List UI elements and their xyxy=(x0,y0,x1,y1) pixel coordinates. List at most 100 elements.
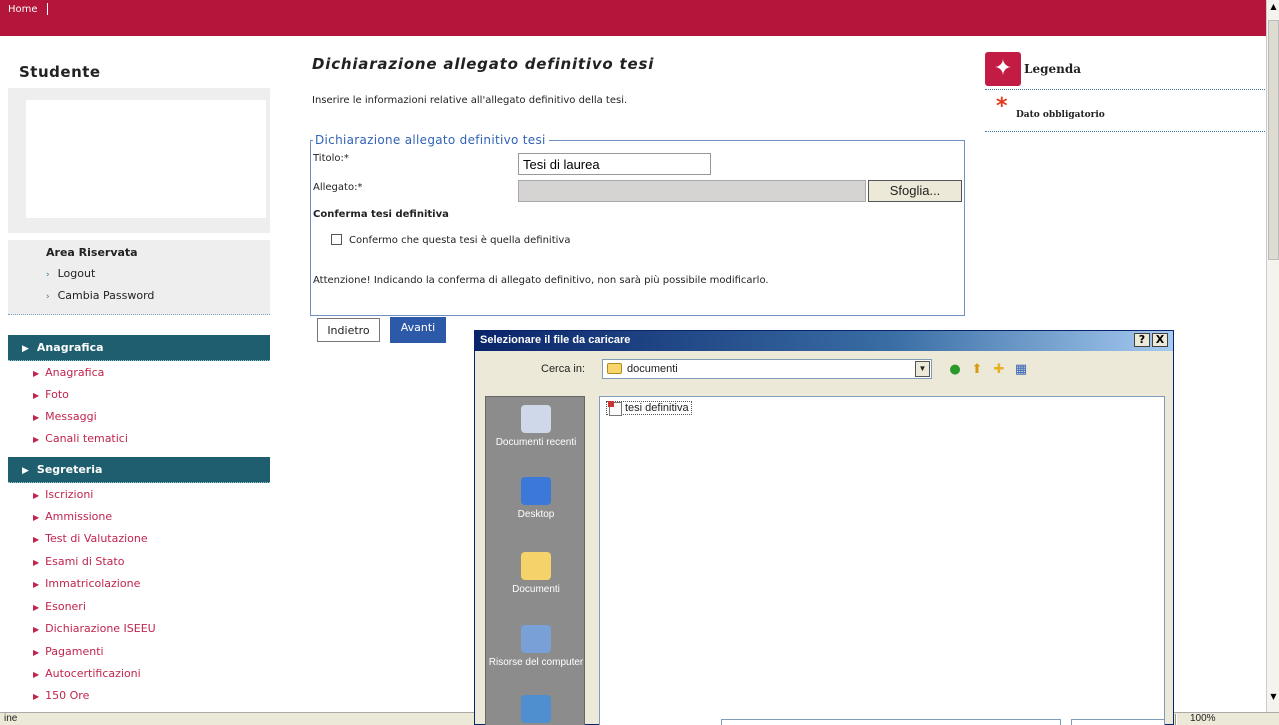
caret-right-icon: ▶ xyxy=(33,491,40,500)
place-recent[interactable]: Documenti recenti xyxy=(486,405,586,448)
caret-right-icon: ▶ xyxy=(33,692,40,701)
file-name: tesi definitiva xyxy=(625,402,689,414)
zoom-level[interactable]: 100% xyxy=(1190,713,1216,724)
file-list[interactable]: tesi definitiva xyxy=(599,396,1165,725)
nav-item-dichiarazione-iseeu[interactable]: ▶ Dichiarazione ISEEU xyxy=(33,622,156,635)
nav-item-label: Autocertificazioni xyxy=(45,667,141,680)
file-open-dialog: Selezionare il file da caricare ? X Cerc… xyxy=(474,330,1174,725)
chevron-down-icon[interactable]: ▼ xyxy=(915,361,930,377)
scrollbar-thumb[interactable] xyxy=(1268,20,1279,260)
page-intro: Inserire le informazioni relative all'al… xyxy=(312,95,628,106)
nav-item-label: Esoneri xyxy=(45,600,86,613)
browse-button[interactable]: Sfoglia... xyxy=(868,180,962,202)
reserved-area-title: Area Riservata xyxy=(46,246,138,259)
confirm-checkbox-label: Confermo che questa tesi è quella defini… xyxy=(349,235,571,246)
close-button[interactable]: X xyxy=(1152,333,1168,347)
new-folder-icon[interactable]: ✚ xyxy=(991,362,1007,378)
logout-label: Logout xyxy=(57,267,96,280)
nav-item-esoneri[interactable]: ▶ Esoneri xyxy=(33,600,86,613)
look-in-label: Cerca in: xyxy=(541,363,586,375)
nav-section-label: Anagrafica xyxy=(36,341,104,354)
header-separator xyxy=(47,3,48,15)
filename-input[interactable] xyxy=(721,719,1061,725)
help-button[interactable]: ? xyxy=(1134,333,1150,347)
caret-right-icon: ▶ xyxy=(33,580,40,589)
pin-icon: ✦ xyxy=(985,52,1021,86)
nav-item-ammissione[interactable]: ▶ Ammissione xyxy=(33,510,112,523)
home-link[interactable]: Home xyxy=(8,4,38,15)
browser-page: Home Studente Area Riservata › Logout › Ca… xyxy=(0,0,1279,725)
nav-item-test-valutazione[interactable]: ▶ Test di Valutazione xyxy=(33,532,148,545)
nav-item-label: Ammissione xyxy=(45,510,113,523)
status-text: ine xyxy=(4,713,18,724)
logout-link[interactable]: › Logout xyxy=(46,267,95,280)
sidebar-title: Studente xyxy=(19,63,101,81)
nav-item-label: Messaggi xyxy=(45,410,97,423)
places-bar: Documenti recenti Desktop Documenti Riso… xyxy=(485,396,585,725)
nav-item-anagrafica[interactable]: ▶ Anagrafica xyxy=(33,366,104,379)
student-photo-area xyxy=(26,100,266,218)
back-icon[interactable]: ● xyxy=(947,362,963,378)
caret-right-icon: ▶ xyxy=(33,558,40,567)
computer-icon xyxy=(521,625,551,653)
caret-right-icon: ▶ xyxy=(33,391,40,400)
nav-item-iscrizioni[interactable]: ▶ Iscrizioni xyxy=(33,488,93,501)
title-label: Titolo:* xyxy=(313,153,349,164)
place-label: Risorse del computer xyxy=(488,657,584,668)
status-separator xyxy=(1175,714,1177,725)
site-header-bar: Home xyxy=(0,0,1266,36)
warning-text: Attenzione! Indicando la conferma di all… xyxy=(313,275,769,286)
place-desktop[interactable]: Desktop xyxy=(486,477,586,520)
caret-right-icon: ▶ xyxy=(33,369,40,378)
nav-section-anagrafica[interactable]: ▶ Anagrafica xyxy=(8,335,270,361)
file-item[interactable]: tesi definitiva xyxy=(606,401,692,416)
next-button[interactable]: Avanti xyxy=(390,317,446,343)
caret-right-icon: ▶ xyxy=(33,435,40,444)
required-label: Dato obbligatorio xyxy=(1016,110,1105,120)
place-label: Documenti xyxy=(512,584,560,595)
nav-item-label: 150 Ore xyxy=(45,689,90,702)
view-menu-icon[interactable]: ▦ xyxy=(1013,362,1029,378)
place-documents[interactable]: Documenti xyxy=(486,552,586,595)
scroll-down-icon[interactable]: ▼ xyxy=(1268,692,1279,704)
change-password-link[interactable]: › Cambia Password xyxy=(46,289,154,302)
title-input[interactable] xyxy=(518,153,711,175)
nav-section-segreteria[interactable]: ▶ Segreteria xyxy=(8,457,270,483)
nav-section-label: Segreteria xyxy=(36,463,103,476)
caret-right-icon: ▶ xyxy=(22,344,29,354)
scroll-up-icon[interactable]: ▲ xyxy=(1268,2,1279,14)
fieldset-legend: Dichiarazione allegato definitivo tesi xyxy=(313,133,549,147)
dialog-title: Selezionare il file da caricare xyxy=(475,331,1173,351)
nav-item-esami-stato[interactable]: ▶ Esami di Stato xyxy=(33,555,124,568)
look-in-select[interactable]: documenti ▼ xyxy=(602,359,932,379)
attachment-path-field[interactable] xyxy=(518,180,866,202)
page-scrollbar[interactable]: ▲ ▼ xyxy=(1266,0,1279,712)
up-folder-icon[interactable]: ⬆ xyxy=(969,362,985,378)
nav-item-label: Pagamenti xyxy=(45,645,104,658)
open-button[interactable] xyxy=(1071,719,1165,725)
nav-item-foto[interactable]: ▶ Foto xyxy=(33,388,69,401)
nav-item-label: Anagrafica xyxy=(45,366,105,379)
legend-title: Legenda xyxy=(1024,62,1081,76)
page-title: Dichiarazione allegato definitivo tesi xyxy=(312,55,655,73)
confirm-checkbox[interactable] xyxy=(331,234,342,245)
nav-item-label: Iscrizioni xyxy=(45,488,94,501)
legend-divider xyxy=(985,89,1267,90)
legend-divider xyxy=(985,131,1267,132)
caret-right-icon: ▶ xyxy=(33,670,40,679)
nav-item-autocertificazioni[interactable]: ▶ Autocertificazioni xyxy=(33,667,141,680)
place-my-computer[interactable]: Risorse del computer xyxy=(486,625,586,668)
nav-item-150-ore[interactable]: ▶ 150 Ore xyxy=(33,689,89,702)
caret-right-icon: ▶ xyxy=(33,513,40,522)
place-network[interactable] xyxy=(486,695,586,725)
back-button[interactable]: Indietro xyxy=(317,318,380,342)
nav-item-label: Canali tematici xyxy=(45,432,128,445)
caret-right-icon: ▶ xyxy=(33,535,40,544)
nav-item-label: Dichiarazione ISEEU xyxy=(45,622,156,635)
nav-item-messaggi[interactable]: ▶ Messaggi xyxy=(33,410,97,423)
nav-item-pagamenti[interactable]: ▶ Pagamenti xyxy=(33,645,104,658)
nav-item-canali-tematici[interactable]: ▶ Canali tematici xyxy=(33,432,128,445)
nav-item-immatricolazione[interactable]: ▶ Immatricolazione xyxy=(33,577,140,590)
reserved-area-panel: Area Riservata › Logout › Cambia Password xyxy=(8,240,270,315)
document-file-icon xyxy=(608,401,622,416)
